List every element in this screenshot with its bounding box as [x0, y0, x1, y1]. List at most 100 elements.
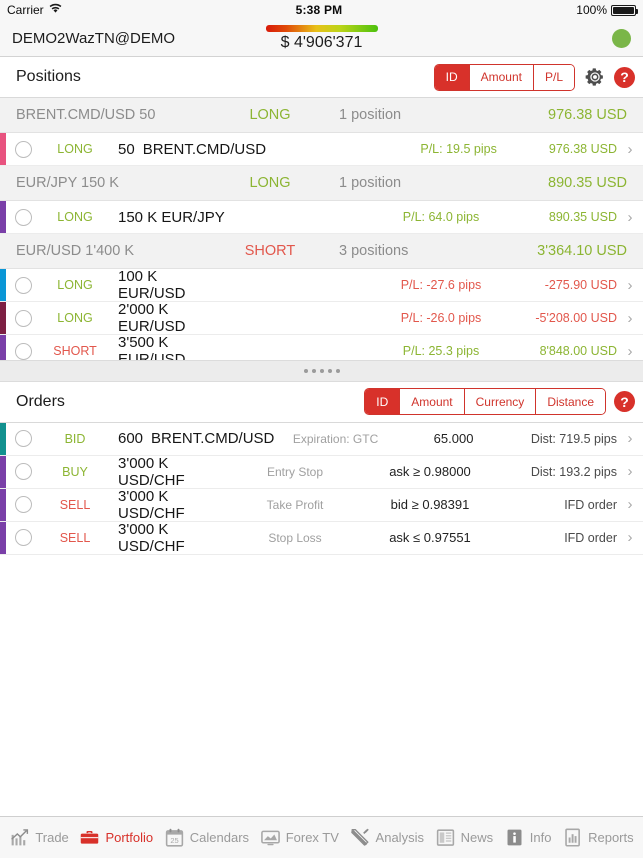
order-kind: Entry Stop: [225, 465, 365, 479]
position-group-header[interactable]: EUR/JPY 150 K LONG 1 position 890.35 USD: [0, 166, 643, 201]
tab-info[interactable]: Info: [504, 827, 552, 848]
order-row[interactable]: BUY 3'000 K USD/CHF Entry Stop ask ≥ 0.9…: [0, 456, 643, 489]
position-group-header[interactable]: BRENT.CMD/USD 50 LONG 1 position 976.38 …: [0, 98, 643, 133]
orders-tab-currency[interactable]: Currency: [464, 389, 536, 414]
row-direction: LONG: [38, 311, 112, 325]
row-select-toggle[interactable]: [15, 141, 32, 158]
group-pl: 976.38 USD: [470, 107, 643, 123]
row-instrument: 50BRENT.CMD/USD: [112, 141, 266, 158]
help-icon[interactable]: ?: [614, 67, 635, 88]
chevron-right-icon[interactable]: ›: [617, 430, 643, 447]
order-instrument-name: 3'000 K USD/CHF: [118, 488, 185, 522]
report-icon: [562, 827, 583, 848]
svg-text:25: 25: [170, 836, 178, 845]
tab-reports[interactable]: Reports: [562, 827, 634, 848]
orders-list[interactable]: BID 600BRENT.CMD/USD Expiration: GTC 65.…: [0, 423, 643, 555]
position-row[interactable]: LONG 50BRENT.CMD/USD P/L: 19.5 pips 976.…: [0, 133, 643, 166]
order-distance: Dist: 193.2 pips: [495, 465, 617, 479]
order-quantity: 600: [118, 430, 143, 447]
tab-label-reports: Reports: [588, 830, 634, 845]
row-instrument: 150 K EUR/JPY: [112, 209, 227, 226]
orders-tab-id[interactable]: ID: [365, 389, 399, 414]
order-row[interactable]: BID 600BRENT.CMD/USD Expiration: GTC 65.…: [0, 423, 643, 456]
row-instrument: 3'500 K EUR/USD: [112, 334, 227, 360]
row-select-toggle[interactable]: [15, 277, 32, 294]
chevron-right-icon[interactable]: ›: [617, 277, 643, 294]
clock: 5:38 PM: [62, 3, 577, 17]
position-row[interactable]: SHORT 3'500 K EUR/USD P/L: 25.3 pips 8'8…: [0, 335, 643, 360]
orders-title: Orders: [16, 393, 65, 411]
row-select-toggle[interactable]: [15, 463, 32, 480]
help-icon[interactable]: ?: [614, 391, 635, 412]
tools-icon: [350, 827, 371, 848]
group-direction: LONG: [215, 107, 325, 123]
positions-list[interactable]: BRENT.CMD/USD 50 LONG 1 position 976.38 …: [0, 98, 643, 360]
tab-news[interactable]: News: [435, 827, 494, 848]
chevron-right-icon[interactable]: ›: [617, 343, 643, 360]
tab-label-info: Info: [530, 830, 552, 845]
order-kind: Expiration: GTC: [274, 432, 396, 446]
positions-tab-pl[interactable]: P/L: [533, 65, 574, 90]
row-instrument-name: BRENT.CMD/USD: [143, 141, 266, 158]
order-instrument-name: 3'000 K USD/CHF: [118, 521, 185, 555]
carrier-label: Carrier: [7, 3, 44, 17]
positions-tab-amount[interactable]: Amount: [469, 65, 533, 90]
group-symbol: BRENT.CMD/USD 50: [0, 107, 215, 123]
position-group-header[interactable]: EUR/USD 1'400 K SHORT 3 positions 3'364.…: [0, 234, 643, 269]
row-instrument-name: 2'000 K EUR/USD: [118, 301, 186, 335]
position-row[interactable]: LONG 150 K EUR/JPY P/L: 64.0 pips 890.35…: [0, 201, 643, 234]
positions-header: Positions ID Amount P/L ?: [0, 57, 643, 98]
row-select-toggle[interactable]: [15, 310, 32, 327]
row-pl-pips: P/L: 19.5 pips: [401, 142, 516, 156]
order-condition: 65.000: [397, 431, 511, 446]
chevron-right-icon[interactable]: ›: [617, 209, 643, 226]
account-bar: DEMO2WazTN@DEMO $ 4'906'371: [0, 20, 643, 57]
row-select-toggle[interactable]: [15, 496, 32, 513]
row-select-toggle[interactable]: [15, 343, 32, 360]
position-row[interactable]: LONG 2'000 K EUR/USD P/L: -26.0 pips -5'…: [0, 302, 643, 335]
gear-icon[interactable]: [584, 66, 606, 88]
drag-handle-icon[interactable]: [0, 360, 643, 382]
order-instrument: 3'000 K USD/CHF: [112, 488, 225, 522]
order-row[interactable]: SELL 3'000 K USD/CHF Take Profit bid ≥ 0…: [0, 489, 643, 522]
row-select-toggle[interactable]: [15, 529, 32, 546]
tab-forex-tv[interactable]: Forex TV: [260, 827, 339, 848]
chevron-right-icon[interactable]: ›: [617, 529, 643, 546]
status-bar: Carrier 5:38 PM 100%: [0, 0, 643, 20]
chevron-right-icon[interactable]: ›: [617, 463, 643, 480]
status-bar-left: Carrier: [7, 3, 62, 17]
equity-gauge-icon: [266, 25, 378, 32]
position-row[interactable]: LONG 100 K EUR/USD P/L: -27.6 pips -275.…: [0, 269, 643, 302]
tab-calendars[interactable]: 25 Calendars: [164, 827, 249, 848]
tab-trade[interactable]: Trade: [9, 827, 68, 848]
row-select-toggle[interactable]: [15, 430, 32, 447]
chevron-right-icon[interactable]: ›: [617, 141, 643, 158]
orders-tab-amount[interactable]: Amount: [399, 389, 463, 414]
order-instrument: 3'000 K USD/CHF: [112, 455, 225, 489]
row-instrument-name: 150 K EUR/JPY: [118, 209, 225, 226]
account-name[interactable]: DEMO2WazTN@DEMO: [12, 30, 175, 47]
order-distance: IFD order: [495, 531, 617, 545]
positions-segmented-control[interactable]: ID Amount P/L: [434, 64, 575, 91]
orders-tab-distance[interactable]: Distance: [535, 389, 605, 414]
row-select-toggle[interactable]: [15, 209, 32, 226]
tab-analysis[interactable]: Analysis: [350, 827, 424, 848]
orders-segmented-control[interactable]: ID Amount Currency Distance: [364, 388, 606, 415]
positions-tab-id[interactable]: ID: [435, 65, 469, 90]
order-row[interactable]: SELL 3'000 K USD/CHF Stop Loss ask ≤ 0.9…: [0, 522, 643, 555]
row-color-bar: [0, 522, 6, 554]
row-pl-pips: P/L: 25.3 pips: [377, 344, 505, 358]
trade-chart-icon: [9, 827, 30, 848]
order-instrument-name: BRENT.CMD/USD: [151, 430, 274, 447]
tab-portfolio[interactable]: Portfolio: [79, 827, 153, 848]
info-icon: [504, 827, 525, 848]
tab-label-calendars: Calendars: [190, 830, 249, 845]
row-direction: LONG: [38, 210, 112, 224]
chevron-right-icon[interactable]: ›: [617, 310, 643, 327]
order-condition: bid ≥ 0.98391: [365, 497, 495, 512]
group-symbol: EUR/USD 1'400 K: [0, 243, 215, 259]
connection-status-indicator[interactable]: [612, 29, 631, 48]
chevron-right-icon[interactable]: ›: [617, 496, 643, 513]
row-instrument-name: 100 K EUR/USD: [118, 268, 186, 302]
bottom-tab-bar[interactable]: Trade Portfolio 25 Calendars Forex TV An…: [0, 816, 643, 858]
